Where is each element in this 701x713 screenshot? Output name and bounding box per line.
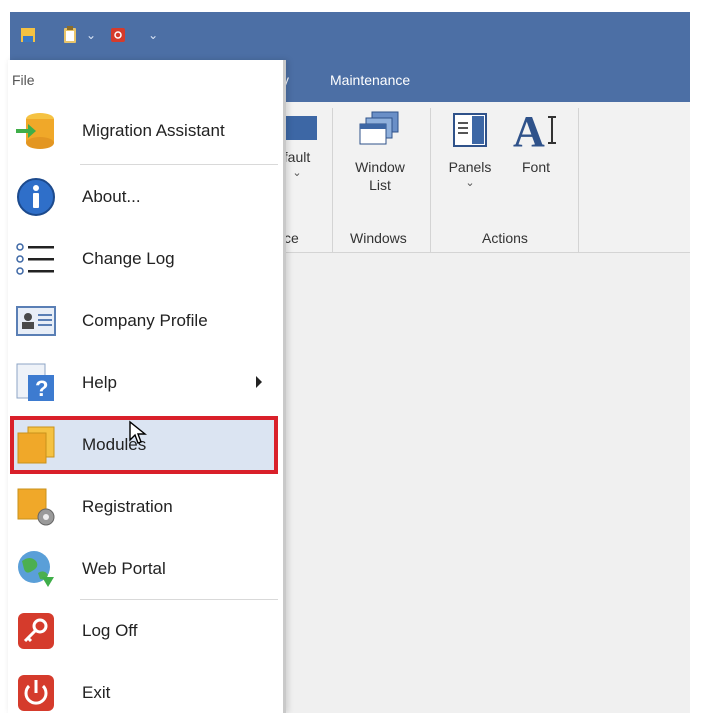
customize-toolbar-icon[interactable]: ⌄ (148, 26, 158, 44)
registration-icon (14, 485, 58, 529)
app-window: ⌄ ⌄ y Maintenance fault ⌄ Window List (0, 0, 701, 713)
svg-text:?: ? (35, 376, 48, 401)
save-icon[interactable] (20, 26, 36, 44)
help-icon: ? (14, 361, 58, 405)
menu-item-about[interactable]: About... (10, 168, 278, 226)
power-icon (14, 671, 58, 713)
group-label-actions: Actions (482, 230, 528, 246)
tab-maintenance[interactable]: Maintenance (330, 72, 410, 88)
id-card-icon (14, 299, 58, 343)
menu-item-company-profile[interactable]: Company Profile (10, 292, 278, 350)
key-icon (14, 609, 58, 653)
quick-access-toolbar: ⌄ ⌄ (20, 26, 158, 44)
chevron-down-icon[interactable]: ⌄ (86, 26, 96, 44)
panels-icon (453, 113, 487, 147)
chevron-down-icon: ⌄ (292, 167, 302, 179)
list-icon (14, 237, 58, 281)
chevron-down-icon: ⌄ (465, 177, 475, 189)
submenu-arrow-icon (256, 376, 262, 388)
panels-button[interactable]: Panels ⌄ (446, 110, 494, 189)
window-list-button[interactable]: Window List (348, 110, 412, 194)
font-button[interactable]: A Font (506, 110, 566, 176)
group-label-windows: Windows (350, 230, 407, 246)
file-menu-title: File (12, 72, 35, 88)
menu-item-help[interactable]: ? Help (10, 354, 278, 412)
file-menu: File Migration Assistant About... Change… (8, 60, 286, 713)
info-icon (14, 175, 58, 219)
log-off-icon[interactable] (110, 26, 126, 44)
menu-item-registration[interactable]: Registration (10, 478, 278, 536)
clipboard-icon[interactable] (62, 26, 78, 44)
menu-item-exit[interactable]: Exit (10, 664, 278, 713)
globe-icon (14, 547, 58, 591)
menu-item-migration-assistant[interactable]: Migration Assistant (10, 102, 278, 160)
font-icon: A (513, 110, 556, 150)
migration-assistant-icon (14, 109, 58, 153)
svg-text:A: A (513, 110, 545, 150)
window-list-icon (359, 111, 399, 145)
menu-item-change-log[interactable]: Change Log (10, 230, 278, 288)
group-label-partial: ce (284, 230, 299, 246)
mouse-cursor-icon (128, 420, 150, 451)
title-bar: ⌄ ⌄ (10, 12, 690, 60)
folder-stack-icon (14, 423, 58, 467)
menu-item-log-off[interactable]: Log Off (10, 602, 278, 660)
menu-item-web-portal[interactable]: Web Portal (10, 540, 278, 598)
